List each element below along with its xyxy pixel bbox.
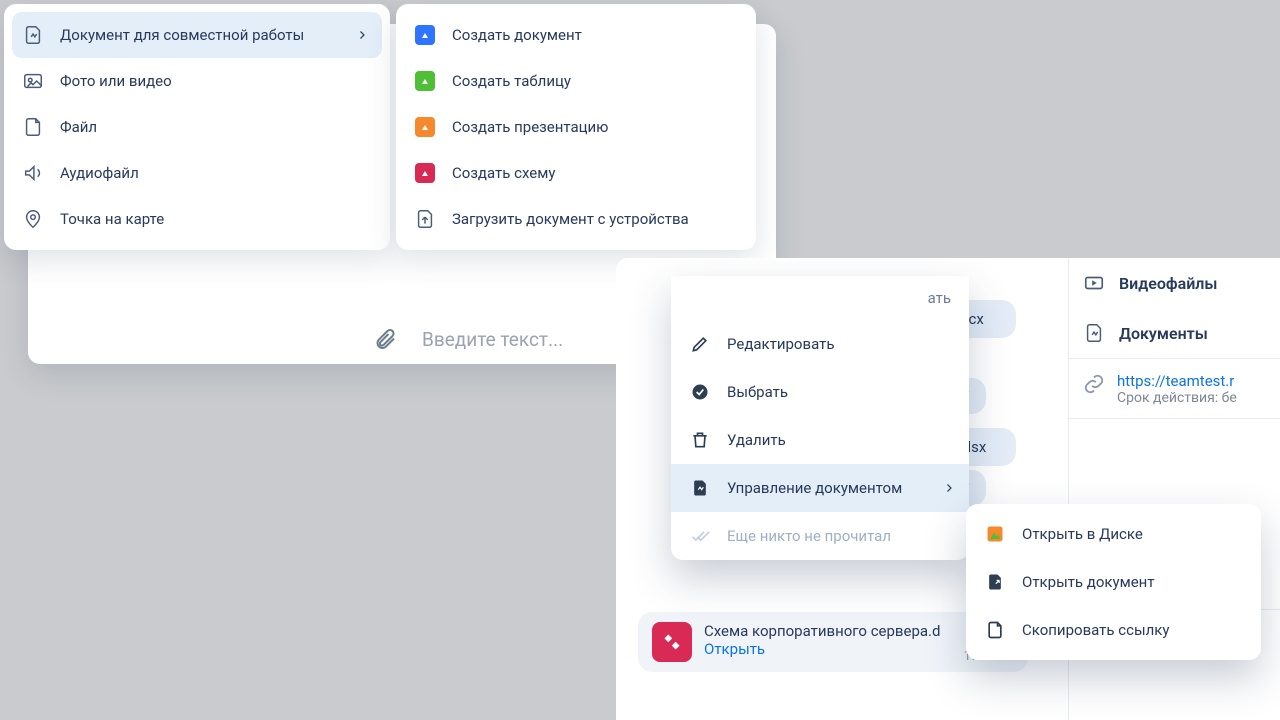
sidebar-item-documents[interactable]: Документы [1069, 308, 1280, 358]
doc-manage-submenu: Открыть в Диске Открыть документ Скопиро… [966, 504, 1261, 660]
attach-item-file[interactable]: Файл [4, 104, 390, 150]
file-icon [22, 116, 44, 138]
menu-item-label: Создать презентацию [452, 118, 608, 136]
attach-item-collab-doc[interactable]: Документ для совместной работы [12, 12, 382, 58]
create-diagram[interactable]: Создать схему [396, 150, 756, 196]
collab-doc-icon [22, 24, 44, 46]
menu-item-label: Файл [60, 118, 97, 136]
invite-link-block[interactable]: https://teamtest.r Срок действия: бе [1069, 358, 1280, 419]
attach-menu: Документ для совместной работы Фото или … [4, 4, 390, 250]
ctx-item-label: Еще никто не прочитал [727, 527, 891, 545]
sidebar-item-label: Документы [1119, 324, 1208, 343]
chat-area: ocx xlsx ать Редактировать [616, 258, 1068, 720]
sub-item-label: Открыть документ [1022, 573, 1155, 591]
ctx-item-label: Выбрать [727, 383, 788, 401]
menu-item-label: Аудиофайл [60, 164, 139, 182]
paperclip-icon [373, 327, 397, 351]
ctx-item-unread[interactable]: Еще никто не прочитал [671, 512, 969, 560]
audio-icon [22, 162, 44, 184]
doc-diagram-icon [652, 622, 692, 662]
attach-item-photo-video[interactable]: Фото или видео [4, 58, 390, 104]
menu-item-label: Создать схему [452, 164, 555, 182]
doc-manage-icon [689, 477, 711, 499]
sub-item-open-doc[interactable]: Открыть документ [966, 558, 1261, 606]
message-context-menu: ать Редактировать Выбрать Удалить [671, 276, 969, 560]
ctx-item-delete[interactable]: Удалить [671, 416, 969, 464]
create-table[interactable]: Создать таблицу [396, 58, 756, 104]
attach-item-map-point[interactable]: Точка на карте [4, 196, 390, 242]
message-input-bar: Введите текст... [368, 322, 563, 356]
sub-item-label: Открыть в Диске [1022, 525, 1143, 543]
menu-item-label: Фото или видео [60, 72, 172, 90]
doc-orange-icon [414, 116, 436, 138]
message-input-placeholder[interactable]: Введите текст... [422, 328, 563, 351]
invite-link-sub: Срок действия: бе [1117, 390, 1237, 406]
map-pin-icon [22, 208, 44, 230]
doc-blue-icon [414, 24, 436, 46]
create-presentation[interactable]: Создать презентацию [396, 104, 756, 150]
check-circle-icon [689, 381, 711, 403]
ctx-item-doc-manage[interactable]: Управление документом [671, 464, 969, 512]
create-document[interactable]: Создать документ [396, 12, 756, 58]
sidebar-item-label: Видеофайлы [1119, 274, 1217, 293]
disk-icon [984, 523, 1006, 545]
sub-item-open-disk[interactable]: Открыть в Диске [966, 510, 1261, 558]
ctx-item-label: Управление документом [727, 479, 902, 497]
chat-doc-panel: ocx xlsx ать Редактировать [616, 258, 1280, 720]
doc-green-icon [414, 70, 436, 92]
ctx-item-select[interactable]: Выбрать [671, 368, 969, 416]
create-doc-submenu: Создать документ Создать таблицу Создать… [396, 4, 756, 250]
ctx-item-edit[interactable]: Редактировать [671, 320, 969, 368]
chevron-right-icon [356, 29, 368, 41]
sidebar-item-videos[interactable]: Видеофайлы [1069, 258, 1280, 308]
video-icon [1083, 272, 1105, 294]
double-check-icon [689, 525, 711, 547]
link-icon [1083, 373, 1105, 395]
documents-icon [1083, 322, 1105, 344]
doc-crimson-icon [414, 162, 436, 184]
attach-item-audio[interactable]: Аудиофайл [4, 150, 390, 196]
menu-item-label: Документ для совместной работы [60, 26, 304, 44]
invite-link-url[interactable]: https://teamtest.r [1117, 372, 1234, 390]
menu-item-label: Создать документ [452, 26, 582, 44]
menu-item-label: Загрузить документ с устройства [452, 210, 689, 228]
sub-item-label: Скопировать ссылку [1022, 621, 1170, 639]
photo-icon [22, 70, 44, 92]
trash-icon [689, 429, 711, 451]
chevron-right-icon [943, 482, 955, 494]
upload-doc-icon [414, 208, 436, 230]
ctx-item-label: Редактировать [727, 335, 834, 353]
attachment-button[interactable] [368, 322, 402, 356]
open-doc-icon [984, 571, 1006, 593]
ctx-item-partial[interactable]: ать [671, 276, 969, 320]
upload-doc-from-device[interactable]: Загрузить документ с устройства [396, 196, 756, 242]
edit-icon [689, 333, 711, 355]
sub-item-copy-link[interactable]: Скопировать ссылку [966, 606, 1261, 654]
copy-link-icon [984, 619, 1006, 641]
ctx-item-label: Удалить [727, 431, 786, 449]
menu-item-label: Точка на карте [60, 210, 164, 228]
menu-item-label: Создать таблицу [452, 72, 571, 90]
